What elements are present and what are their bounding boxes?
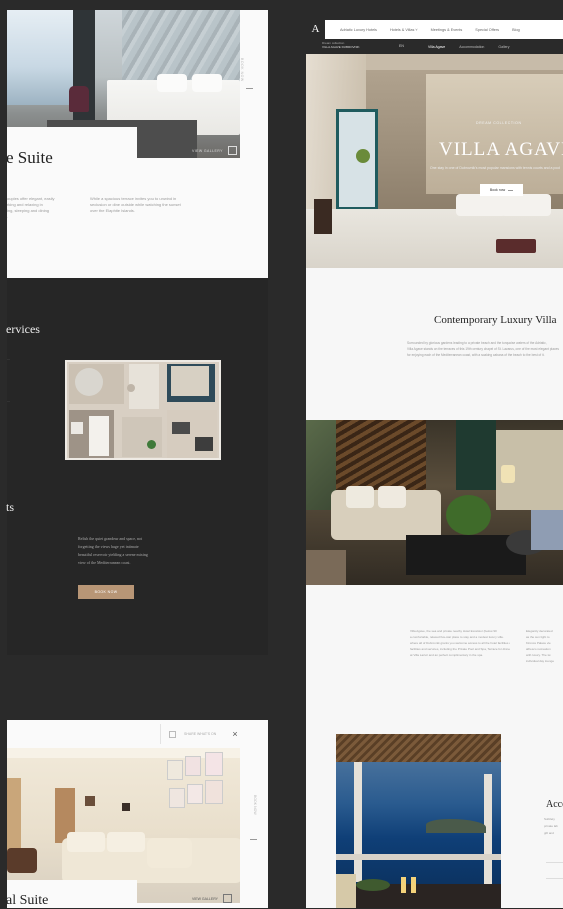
subnav-gallery[interactable]: Gallery [498,44,509,50]
gallery-icon [227,146,237,155]
services-panel [7,278,268,655]
language-flag-icon[interactable]: EN [399,43,404,49]
services-subtitle: ts [6,500,15,514]
sea-view-terrace-image [336,734,501,908]
text-line: view of the Mediterranean coast. [78,560,131,565]
living-room-image [306,420,563,585]
suite-description-col2: While a spacious terrace invites you to … [90,196,240,214]
share-label[interactable]: SHARE WHAT'S ON [184,731,216,737]
nav-link-offers[interactable]: Special Offers [475,27,499,33]
nav-link-blog[interactable]: Blog [512,27,520,33]
nav-link-adriatic[interactable]: Adriatic Luxury Hotels [340,27,377,33]
hero-bedroom-image [306,54,563,268]
share-icon[interactable] [169,730,176,738]
text-line: private lab [544,824,558,828]
nav-link-meetings[interactable]: Meetings & Events [431,27,463,33]
nav-links: Adriatic Luxury Hotels Hotels & Villas ˅… [340,20,520,39]
close-icon[interactable]: × [232,729,237,739]
hero-tagline: One stay in one of Dubrovnik's most popu… [430,166,561,170]
text-line: . [7,214,9,219]
text-line: beautiful reservoir yielding a serene mi… [78,552,148,557]
hero-title: VILLA AGAVE [439,139,563,160]
services-title: ervices [6,322,40,336]
side-arrow-icon[interactable] [246,88,253,89]
access-divider [546,862,563,863]
property-subnav: Dream collection VILLA AGAVE DUBROVNIK E… [306,39,563,54]
suite-description-col1: ouples offer elegant, easily rking and r… [7,196,82,220]
subnav-links: Villa Agave Accommodation Gallery [428,39,509,54]
subnav-brand[interactable]: Dream collection VILLA AGAVE DUBROVNIK [322,41,359,49]
text-line: Subtlety [544,817,555,821]
hero-book-button-label: Book now [489,188,506,192]
intro-paragraph: Surrounded by glorious gardens leading t… [407,340,563,358]
services-item[interactable]: ... [7,398,10,404]
text-line: Relish the quiet grandeur and space, not [78,536,143,541]
top-navigation: A Adriatic Luxury Hotels Hotels & Villas… [306,20,563,40]
text-line: at Villa Lazuri and an perfect complimen… [410,653,483,657]
text-line: over the Elaphite Islands. [90,208,135,213]
view-gallery-label: VIEW GALLERY [192,148,223,153]
services-book-button-label: BOOK NOW [94,590,118,594]
access-title: Acce [546,799,563,810]
nav-link-hotels-label: Hotels & Villas [389,27,415,32]
view-gallery-label: VIEW GALLERY [192,896,219,901]
book-now-side-label[interactable]: BOOK NOW [239,58,245,82]
services-item[interactable]: ... [7,356,10,362]
subnav-villa-agave[interactable]: Villa Agave [428,44,445,50]
side-arrow-icon[interactable] [250,839,257,840]
text-line: forgetting the views huge yet intimate [78,544,139,549]
mid-text-col2: Elegantly decorated as the sun light to … [526,628,563,664]
suite2-view-gallery-link[interactable]: VIEW GALLERY [192,894,233,903]
hero-kicker: DREAM COLLECTION [476,121,522,125]
logo[interactable]: A [306,20,325,39]
text-line: for enjoying each of the Mediterranean c… [407,353,545,357]
access-text: Subtlety private lab gift and [544,816,563,837]
suite-title: e Suite [6,148,53,167]
floor-plan-image [65,360,221,460]
gallery-icon [223,894,233,903]
mid-text-col1: Villa Agave, the sea and private nearby … [410,628,510,658]
bar-divider [160,724,161,744]
view-gallery-link[interactable]: VIEW GALLERY [192,146,237,155]
subnav-brand-line2: VILLA AGAVE DUBROVNIK [322,45,360,49]
hero-book-button[interactable]: Book now [480,184,523,196]
chevron-down-icon: ˅ [415,27,418,32]
services-book-button[interactable]: BOOK NOW [78,585,134,599]
text-line: individual day lounge [526,659,555,663]
suite2-title: al Suite [6,893,49,908]
access-divider [546,878,563,879]
suite2-bar: SHARE WHAT'S ON × [160,724,264,744]
nav-link-hotels[interactable]: Hotels & Villas ˅ [390,27,418,33]
book-now-side-label[interactable]: BOOK NOW [252,795,258,815]
intro-heading: Contemporary Luxury Villa [434,314,557,326]
services-description: Relish the quiet grandeur and space, not… [78,535,188,567]
arrow-right-icon [508,189,514,191]
text-line: gift and [544,831,554,835]
subnav-accommodation[interactable]: Accommodation [459,44,484,50]
